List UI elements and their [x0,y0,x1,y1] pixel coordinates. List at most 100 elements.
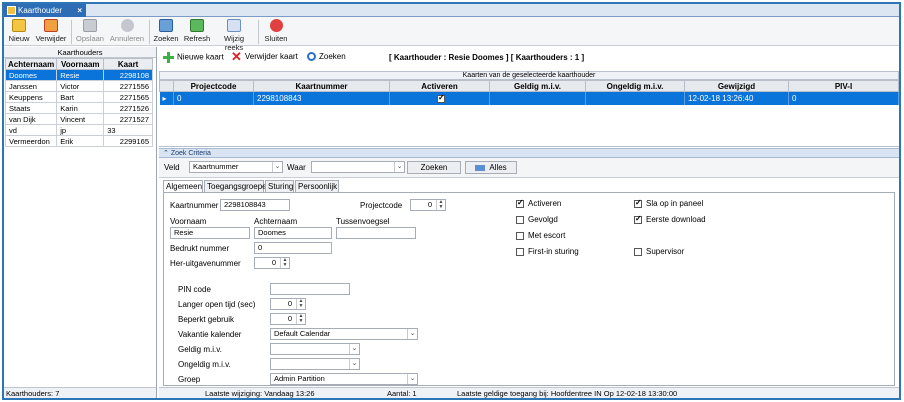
new-button[interactable]: Nieuw [7,19,31,43]
all-button[interactable]: Alles [465,161,517,174]
delete-card-button[interactable]: ✕ Verwijder kaart [231,50,298,63]
invalid-from-picker[interactable]: ⌄ [270,358,360,370]
table-row[interactable]: Staats Karin 2271526 [4,102,153,114]
cardnumber-field[interactable]: 2298108843 [220,199,290,211]
activeren-grid-checkbox[interactable] [437,93,445,103]
checkbox-box[interactable] [516,215,524,224]
tab-persoonlijk[interactable]: Persoonlijk [295,180,339,192]
save-button[interactable]: Opslaan [75,19,105,43]
pin-field[interactable] [270,283,350,295]
table-row[interactable]: Doomes Resie 2298108 [4,69,153,81]
checkbox-box[interactable] [634,247,642,256]
printed-number-field[interactable]: 0 [254,242,332,254]
group-select[interactable]: Admin Partition ⌄ [270,373,418,385]
holiday-calendar-label: Vakantie kalender [178,330,242,339]
store-in-panel-checkbox[interactable]: Sla op in paneel [634,198,703,208]
limited-use-value: 0 [287,314,292,323]
checkbox-box[interactable] [634,198,642,208]
new-card-icon [12,19,26,32]
where-select[interactable]: ⌄ [311,161,405,173]
first-download-checkbox[interactable]: Eerste download [634,214,706,224]
checkbox-box[interactable] [516,198,524,208]
stepper-arrows-icon[interactable]: ▲ ▼ [296,299,305,309]
cancel-button[interactable]: Annuleren [108,19,146,43]
activate-checkbox[interactable]: Activeren [516,198,562,208]
projectcode-stepper[interactable]: 0 ▲ ▼ [410,199,446,211]
holiday-calendar-value: Default Calendar [274,329,331,338]
cardholder-table: Achternaam Voornaam Kaart Doomes Resie 2… [4,58,153,147]
longer-open-stepper[interactable]: 0 ▲ ▼ [270,298,306,310]
firstname-field[interactable]: Resie [170,227,250,239]
table-row[interactable]: Vermeerdon Erik 2299165 [4,135,153,147]
infix-field[interactable] [336,227,416,239]
column-header-gewijzigd[interactable]: Gewijzigd [684,80,789,92]
chevron-down-icon: ⌄ [349,359,359,369]
cell-achternaam: Staats [4,102,58,114]
checkbox-box[interactable] [634,214,642,224]
status-bar: Laatste wijziging: Vandaag 13:26 Aantal:… [159,387,899,398]
refresh-button[interactable]: Refresh [183,19,211,43]
table-row[interactable]: Janssen Victor 2271556 [4,80,153,92]
search-button[interactable]: Zoeken [152,19,180,43]
escort-checkbox[interactable]: Met escort [516,231,565,240]
search-criteria-button[interactable]: Zoeken [407,161,461,174]
cell-voornaam: Bart [56,91,105,103]
table-row[interactable]: ▸ 0 2298108843 12-02-18 13:26:40 0 [159,91,899,105]
cell-kaart: 2299165 [103,135,153,147]
refresh-button-label: Refresh [183,34,211,43]
column-header-pivi[interactable]: PIV-I [788,80,899,92]
close-button[interactable]: Sluiten [262,19,290,43]
table-row[interactable]: van Dijk Vincent 2271527 [4,113,153,125]
column-header-kaartnummer[interactable]: Kaartnummer [253,80,390,92]
count-status: Aantal: 1 [387,389,417,398]
search-criteria-header[interactable]: ⌃ Zoek Criteria [159,148,899,158]
valid-from-label: Geldig m.i.v. [178,345,222,354]
card-detail-panel: Nieuwe kaart ✕ Verwijder kaart Zoeken [ K… [159,47,899,398]
close-tab-icon[interactable]: × [77,4,82,17]
holiday-calendar-select[interactable]: Default Calendar ⌄ [270,328,418,340]
cell-achternaam: Vermeerdon [4,135,58,147]
lastname-field[interactable]: Doomes [254,227,332,239]
cell-voornaam: jp [56,124,105,136]
column-header-activeren[interactable]: Activeren [389,80,490,92]
column-header-voornaam[interactable]: Voornaam [56,58,105,70]
cancel-button-label: Annuleren [109,34,145,43]
supervisor-checkbox[interactable]: Supervisor [634,247,684,256]
new-card-button[interactable]: Nieuwe kaart [163,52,224,63]
table-row[interactable]: Keuppens Bart 2271565 [4,91,153,103]
activate-label: Activeren [528,199,562,208]
limited-use-stepper[interactable]: 0 ▲ ▼ [270,313,306,325]
tab-toegangsgroepen[interactable]: Toegangsgroepen [204,180,271,192]
longer-open-label: Langer open tijd (sec) [178,300,256,309]
stepper-arrows-icon[interactable]: ▲ ▼ [436,200,445,210]
delete-button[interactable]: Verwijder [34,19,68,43]
column-header-achternaam[interactable]: Achternaam [4,58,58,70]
column-header-projectcode[interactable]: Projectcode [173,80,254,92]
first-in-checkbox[interactable]: First-in sturing [516,247,579,256]
search-user-icon [159,19,173,32]
stepper-arrows-icon[interactable]: ▲ ▼ [280,258,289,268]
column-header-kaart[interactable]: Kaart [103,58,153,70]
search-card-button[interactable]: Zoeken [307,52,346,62]
checkbox-box[interactable] [516,247,524,256]
document-tab[interactable]: Kaarthouder × [4,4,86,17]
checkbox-box[interactable] [516,231,524,240]
table-row[interactable]: vd jp 33 [4,124,153,136]
cardholder-list-title: Kaarthouders [4,47,156,58]
stepper-arrows-icon[interactable]: ▲ ▼ [296,314,305,324]
projectcode-label: Projectcode [360,201,403,210]
search-criteria-bar: Veld Kaartnummer ⌄ Waar ⌄ Zoeken Alles [159,158,899,178]
delete-button-label: Verwijder [35,34,67,43]
cell-activeren[interactable] [389,91,490,105]
column-header-ongeldig[interactable]: Ongeldig m.i.v. [585,80,685,92]
refresh-icon [190,19,204,32]
plus-icon [163,52,174,63]
column-header-geldig[interactable]: Geldig m.i.v. [489,80,586,92]
tab-sturing[interactable]: Sturing [265,180,294,192]
card-toolbar: Nieuwe kaart ✕ Verwijder kaart Zoeken [ K… [159,47,899,69]
valid-from-picker[interactable]: ⌄ [270,343,360,355]
tracked-checkbox[interactable]: Gevolgd [516,215,558,224]
reissue-stepper[interactable]: 0 ▲ ▼ [254,257,290,269]
field-select[interactable]: Kaartnummer ⌄ [189,161,283,173]
delete-card-label: Verwijder kaart [244,52,298,62]
